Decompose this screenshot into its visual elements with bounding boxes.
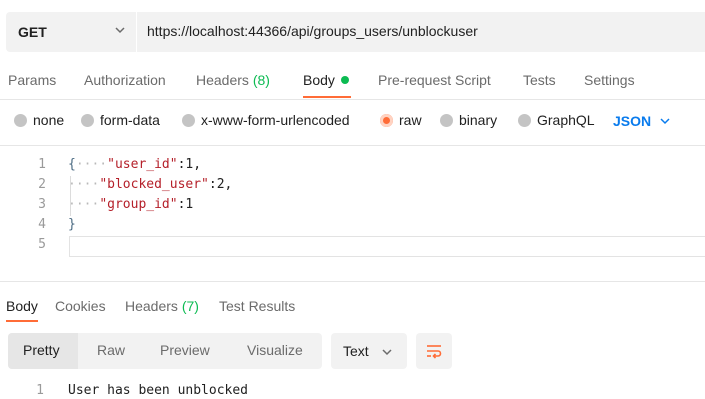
- tab-label: Body: [303, 72, 335, 88]
- tab-label: Body: [6, 298, 38, 314]
- radio-form-data[interactable]: form-data: [81, 112, 160, 128]
- chevron-down-icon: [115, 27, 125, 34]
- response-tab-headers[interactable]: Headers (7): [125, 298, 199, 314]
- divider: [0, 281, 705, 282]
- active-tab-indicator: [303, 96, 351, 98]
- radio-raw[interactable]: raw: [380, 112, 422, 128]
- tab-label: Headers: [125, 298, 178, 314]
- code-text: ····"blocked_user":2,: [68, 177, 233, 192]
- code-text: {····"user_id":1,: [68, 157, 202, 172]
- response-text: User has been unblocked: [68, 383, 249, 398]
- tab-pre-request-script[interactable]: Pre-request Script: [378, 72, 491, 88]
- word-wrap-button[interactable]: [416, 333, 452, 369]
- tab-label: Headers: [196, 72, 249, 88]
- divider: [0, 145, 705, 146]
- method-select[interactable]: GET: [6, 12, 137, 52]
- response-tabs: Body Cookies Headers (7) Test Results: [0, 298, 705, 320]
- code-line: 1 {····"user_id":1,: [0, 157, 705, 177]
- radio-none[interactable]: none: [14, 112, 64, 128]
- response-view-group: Pretty Raw Preview Visualize: [8, 333, 322, 369]
- headers-count: (8): [252, 72, 270, 88]
- body-format-select[interactable]: JSON: [613, 113, 671, 129]
- response-format-select[interactable]: Text: [331, 333, 407, 369]
- request-bar: GET https://localhost:44366/api/groups_u…: [6, 12, 705, 52]
- line-number: 3: [38, 197, 46, 212]
- method-label: GET: [18, 24, 47, 40]
- chevron-down-icon: [382, 349, 392, 356]
- radio-label: GraphQL: [537, 112, 595, 128]
- code-editor[interactable]: 1 {····"user_id":1, 2 ····"blocked_user"…: [0, 155, 705, 265]
- tab-label: Cookies: [55, 298, 106, 314]
- tab-headers[interactable]: Headers (8): [196, 72, 270, 88]
- view-visualize-button[interactable]: Visualize: [247, 342, 303, 358]
- tab-label: Params: [8, 72, 57, 88]
- tab-tests[interactable]: Tests: [523, 72, 556, 88]
- response-line: 1 User has been unblocked: [0, 383, 705, 399]
- tab-label: Test Results: [219, 298, 296, 314]
- request-tabs: Params Authorization Headers (8) Body Pr…: [0, 72, 705, 98]
- radio-label: raw: [399, 112, 422, 128]
- view-preview-button[interactable]: Preview: [160, 342, 210, 358]
- tab-label: Tests: [523, 72, 556, 88]
- radio-label: binary: [459, 112, 498, 128]
- chevron-down-icon: [660, 118, 670, 125]
- radio-graphql[interactable]: GraphQL: [518, 112, 595, 128]
- response-tab-body[interactable]: Body: [6, 298, 38, 314]
- active-tab-indicator: [6, 320, 38, 322]
- radio-icon: [518, 114, 531, 127]
- tab-settings[interactable]: Settings: [584, 72, 635, 88]
- code-line: 5: [0, 237, 705, 257]
- line-number: 5: [38, 237, 46, 252]
- radio-binary[interactable]: binary: [440, 112, 497, 128]
- tab-label: Authorization: [84, 72, 166, 88]
- radio-icon: [14, 114, 27, 127]
- body-type-options: none form-data x-www-form-urlencoded raw…: [0, 112, 705, 132]
- radio-label: none: [33, 112, 65, 128]
- radio-icon: [440, 114, 453, 127]
- response-format-label: Text: [343, 343, 369, 359]
- radio-icon: [182, 114, 195, 127]
- radio-icon: [81, 114, 94, 127]
- radio-selected-icon: [380, 114, 393, 127]
- divider: [0, 99, 705, 100]
- tab-label: Settings: [584, 72, 635, 88]
- body-format-label: JSON: [613, 113, 652, 129]
- radio-x-www-form-urlencoded[interactable]: x-www-form-urlencoded: [182, 112, 350, 128]
- code-text: ····"group_id":1: [68, 197, 194, 212]
- status-dot-icon: [340, 76, 349, 84]
- line-number: 1: [38, 157, 46, 172]
- headers-count: (7): [181, 298, 199, 314]
- code-line: 2 ····"blocked_user":2,: [0, 177, 705, 197]
- view-raw-button[interactable]: Raw: [97, 342, 125, 358]
- code-line: 4 }: [0, 217, 705, 237]
- word-wrap-icon: [427, 345, 442, 359]
- response-tab-cookies[interactable]: Cookies: [55, 298, 106, 314]
- tab-body[interactable]: Body: [303, 72, 349, 88]
- response-tab-test-results[interactable]: Test Results: [219, 298, 295, 314]
- tab-label: Pre-request Script: [378, 72, 491, 88]
- radio-label: form-data: [100, 112, 160, 128]
- code-line: 3 ····"group_id":1: [0, 197, 705, 217]
- tab-params[interactable]: Params: [8, 72, 56, 88]
- url-input[interactable]: https://localhost:44366/api/groups_users…: [147, 23, 478, 39]
- line-number: 4: [38, 217, 46, 232]
- line-number: 1: [36, 383, 44, 398]
- code-text: }: [68, 217, 76, 232]
- tab-authorization[interactable]: Authorization: [84, 72, 166, 88]
- line-number: 2: [38, 177, 46, 192]
- radio-label: x-www-form-urlencoded: [201, 112, 350, 128]
- view-pretty-button[interactable]: Pretty: [23, 342, 60, 358]
